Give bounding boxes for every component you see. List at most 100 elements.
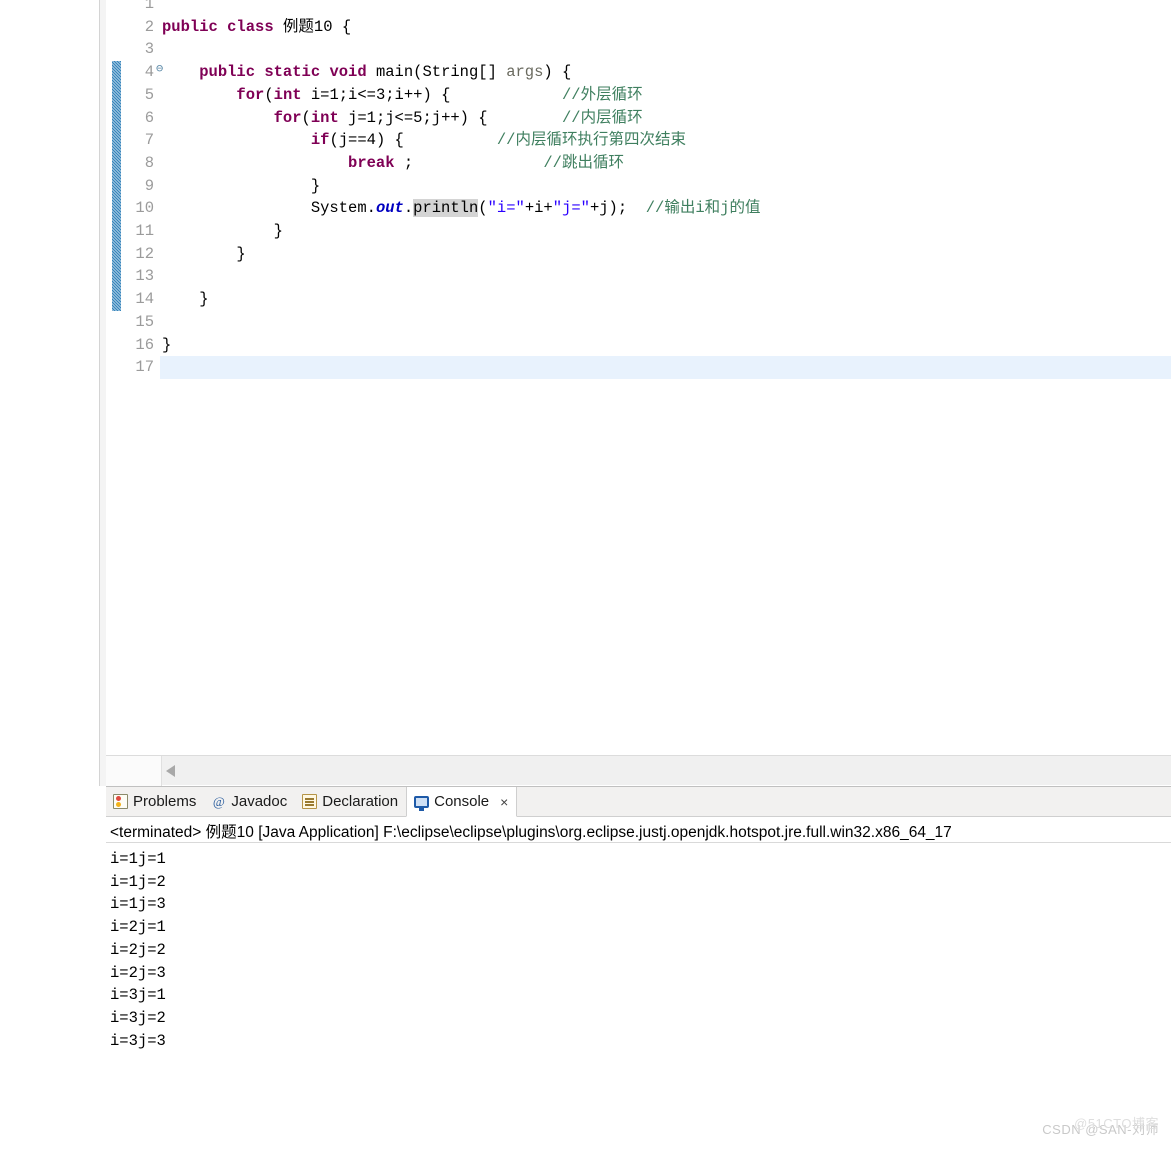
line-number: 1 xyxy=(144,0,154,13)
code-token: ( xyxy=(301,108,311,127)
code-keyword: for xyxy=(236,85,265,104)
code-keyword: if xyxy=(310,131,330,150)
code-comment: //跳出循环 xyxy=(543,153,624,172)
code-line[interactable]: 7 if(j==4) { //内层循环执行第四次结束 xyxy=(106,129,1171,152)
code-line[interactable]: 5 for(int i=1;i<=3;i++) { //外层循环 xyxy=(106,84,1171,107)
code-token: . xyxy=(403,199,414,218)
code-keyword: public static void xyxy=(199,63,376,82)
console-output-line: i=2j=3 xyxy=(110,963,166,982)
code-text: } xyxy=(162,243,246,266)
line-number: 4 xyxy=(144,63,154,82)
code-keyword: int xyxy=(310,108,339,127)
code-line[interactable]: 14 } xyxy=(106,288,1171,311)
code-token: 例题10 { xyxy=(282,17,352,36)
editor-horizontal-scrollbar[interactable] xyxy=(106,755,1171,786)
code-text: public class 例题10 { xyxy=(162,16,351,39)
code-token: } xyxy=(162,335,172,354)
code-line[interactable]: 8 break ; //跳出循环 xyxy=(106,152,1171,175)
console-output-line: i=3j=2 xyxy=(110,1008,166,1027)
code-token: +j); xyxy=(589,199,646,218)
console-output-text[interactable]: i=1j=1 i=1j=2 i=1j=3 i=2j=1 i=2j=2 i=2j=3 i=3j… xyxy=(106,844,1171,1152)
code-line[interactable]: 2 public class 例题10 { xyxy=(106,16,1171,39)
code-line[interactable]: 4 ⊖ public static void main(String[] args… xyxy=(106,61,1171,84)
code-comment: //外层循环 xyxy=(562,85,643,104)
code-text: } xyxy=(162,175,320,198)
code-token: ) { xyxy=(543,63,572,82)
code-token: +i+ xyxy=(524,199,553,218)
code-line[interactable]: 11 } xyxy=(106,220,1171,243)
tab-declaration[interactable]: Declaration xyxy=(295,787,406,816)
code-line[interactable]: 1 xyxy=(106,0,1171,16)
code-line[interactable]: 6 for(int j=1;j<=5;j++) { //内层循环 xyxy=(106,107,1171,130)
code-line[interactable]: 17 xyxy=(106,356,1171,379)
line-number: 11 xyxy=(135,222,154,240)
occurrence-highlight: println xyxy=(413,199,479,218)
line-number: 14 xyxy=(135,290,154,309)
tab-label: Problems xyxy=(133,793,197,810)
console-process-header: <terminated> 例题10 [Java Application] F:\… xyxy=(106,818,1171,843)
code-line[interactable]: 3 xyxy=(106,38,1171,61)
left-view-strip-edge xyxy=(99,0,106,786)
problems-icon xyxy=(113,794,128,809)
line-number: 17 xyxy=(135,358,154,377)
code-text: for(int i=1;i<=3;i++) { //外层循环 xyxy=(162,84,643,107)
console-output-line: i=2j=1 xyxy=(110,918,166,937)
line-number: 5 xyxy=(144,85,154,104)
code-text: } xyxy=(162,334,171,357)
code-comment: //内层循环 xyxy=(562,108,643,127)
tab-console[interactable]: Console × xyxy=(406,787,518,817)
code-token: } xyxy=(162,176,321,195)
code-keyword: public class xyxy=(162,17,283,36)
line-number: 2 xyxy=(144,17,154,36)
code-string: "i=" xyxy=(487,199,525,218)
code-token: } xyxy=(162,244,246,263)
code-text: } xyxy=(162,220,283,243)
code-token: main(String[] xyxy=(375,63,507,82)
line-number: 16 xyxy=(135,335,154,354)
tab-label: Console xyxy=(434,793,490,810)
line-number: 8 xyxy=(144,153,154,172)
code-line[interactable]: 16} xyxy=(106,334,1171,357)
line-number: 15 xyxy=(135,312,154,331)
code-keyword: break xyxy=(348,153,395,172)
code-line[interactable]: 13 xyxy=(106,265,1171,288)
console-output-line: i=1j=2 xyxy=(110,872,166,891)
code-token: } xyxy=(162,222,283,240)
code-keyword: int xyxy=(273,85,302,104)
eclipse-ide-window: 1 2 public class 例题10 {3 4 ⊖ public static v… xyxy=(0,0,1171,1152)
view-tab-bar[interactable]: Problems @ Javadoc Declaration Console × xyxy=(106,787,1171,817)
code-line[interactable]: 15 xyxy=(106,311,1171,334)
console-output-line: i=1j=3 xyxy=(110,895,166,914)
java-source-editor[interactable]: 1 2 public class 例题10 {3 4 ⊖ public static v… xyxy=(106,0,1171,755)
code-line[interactable]: 9 } xyxy=(106,175,1171,198)
line-number: 7 xyxy=(144,131,154,150)
line-number: 12 xyxy=(135,244,154,263)
code-line[interactable]: 10 System.out.println("i="+i+"j="+j); //… xyxy=(106,197,1171,220)
code-text: System.out.println("i="+i+"j="+j); //输出i… xyxy=(162,197,760,220)
left-view-strip xyxy=(0,0,106,786)
code-token: j=1;j<=5;j++) { xyxy=(338,108,562,127)
line-number: 9 xyxy=(144,176,154,195)
code-line[interactable]: 12 } xyxy=(106,243,1171,266)
close-icon[interactable]: × xyxy=(500,795,508,809)
code-token: } xyxy=(162,290,209,309)
tab-problems[interactable]: Problems xyxy=(106,787,204,816)
declaration-icon xyxy=(302,794,318,809)
line-number: 13 xyxy=(135,267,154,286)
tab-javadoc[interactable]: @ Javadoc xyxy=(204,787,295,816)
code-text: public static void main(String[] args) { xyxy=(162,61,571,84)
scrollbar-corner xyxy=(106,756,162,786)
code-token: ; xyxy=(394,153,544,172)
console-output-line: i=3j=1 xyxy=(110,986,166,1005)
code-static-field: out xyxy=(375,199,404,218)
triangle-left-icon[interactable] xyxy=(166,765,175,777)
console-output-line: i=3j=3 xyxy=(110,1031,166,1050)
code-keyword: for xyxy=(273,108,302,127)
javadoc-icon: @ xyxy=(212,794,225,809)
code-text: break ; //跳出循环 xyxy=(162,152,624,175)
code-token: System. xyxy=(162,199,376,218)
